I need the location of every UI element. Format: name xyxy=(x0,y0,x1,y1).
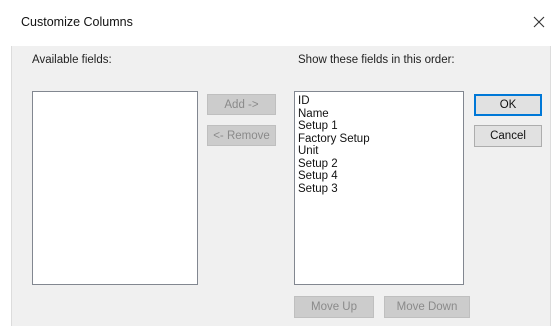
list-item[interactable]: Factory Setup xyxy=(295,133,463,146)
list-item[interactable]: ID xyxy=(295,95,463,108)
dialog-client-area: Available fields: Show these fields in t… xyxy=(11,46,551,326)
list-item[interactable]: Setup 2 xyxy=(295,158,463,171)
list-item[interactable]: Setup 1 xyxy=(295,120,463,133)
shown-fields-label: Show these fields in this order: xyxy=(298,54,455,66)
available-fields-list[interactable] xyxy=(32,91,198,285)
remove-button[interactable]: <- Remove xyxy=(207,125,276,146)
close-button[interactable] xyxy=(526,10,552,34)
shown-fields-list[interactable]: ID Name Setup 1 Factory Setup Unit Setup… xyxy=(294,91,464,285)
add-button[interactable]: Add -> xyxy=(207,94,276,115)
cancel-button[interactable]: Cancel xyxy=(474,125,542,147)
move-up-button[interactable]: Move Up xyxy=(294,296,374,318)
list-item[interactable]: Name xyxy=(295,108,463,121)
list-item[interactable]: Setup 3 xyxy=(295,183,463,196)
list-item[interactable]: Setup 4 xyxy=(295,170,463,183)
dialog-titlebar: Customize Columns xyxy=(0,0,560,46)
move-down-button[interactable]: Move Down xyxy=(384,296,470,318)
close-icon xyxy=(533,16,545,28)
dialog-title: Customize Columns xyxy=(21,15,133,29)
available-fields-label: Available fields: xyxy=(32,54,112,66)
ok-button[interactable]: OK xyxy=(474,94,542,116)
list-item[interactable]: Unit xyxy=(295,145,463,158)
